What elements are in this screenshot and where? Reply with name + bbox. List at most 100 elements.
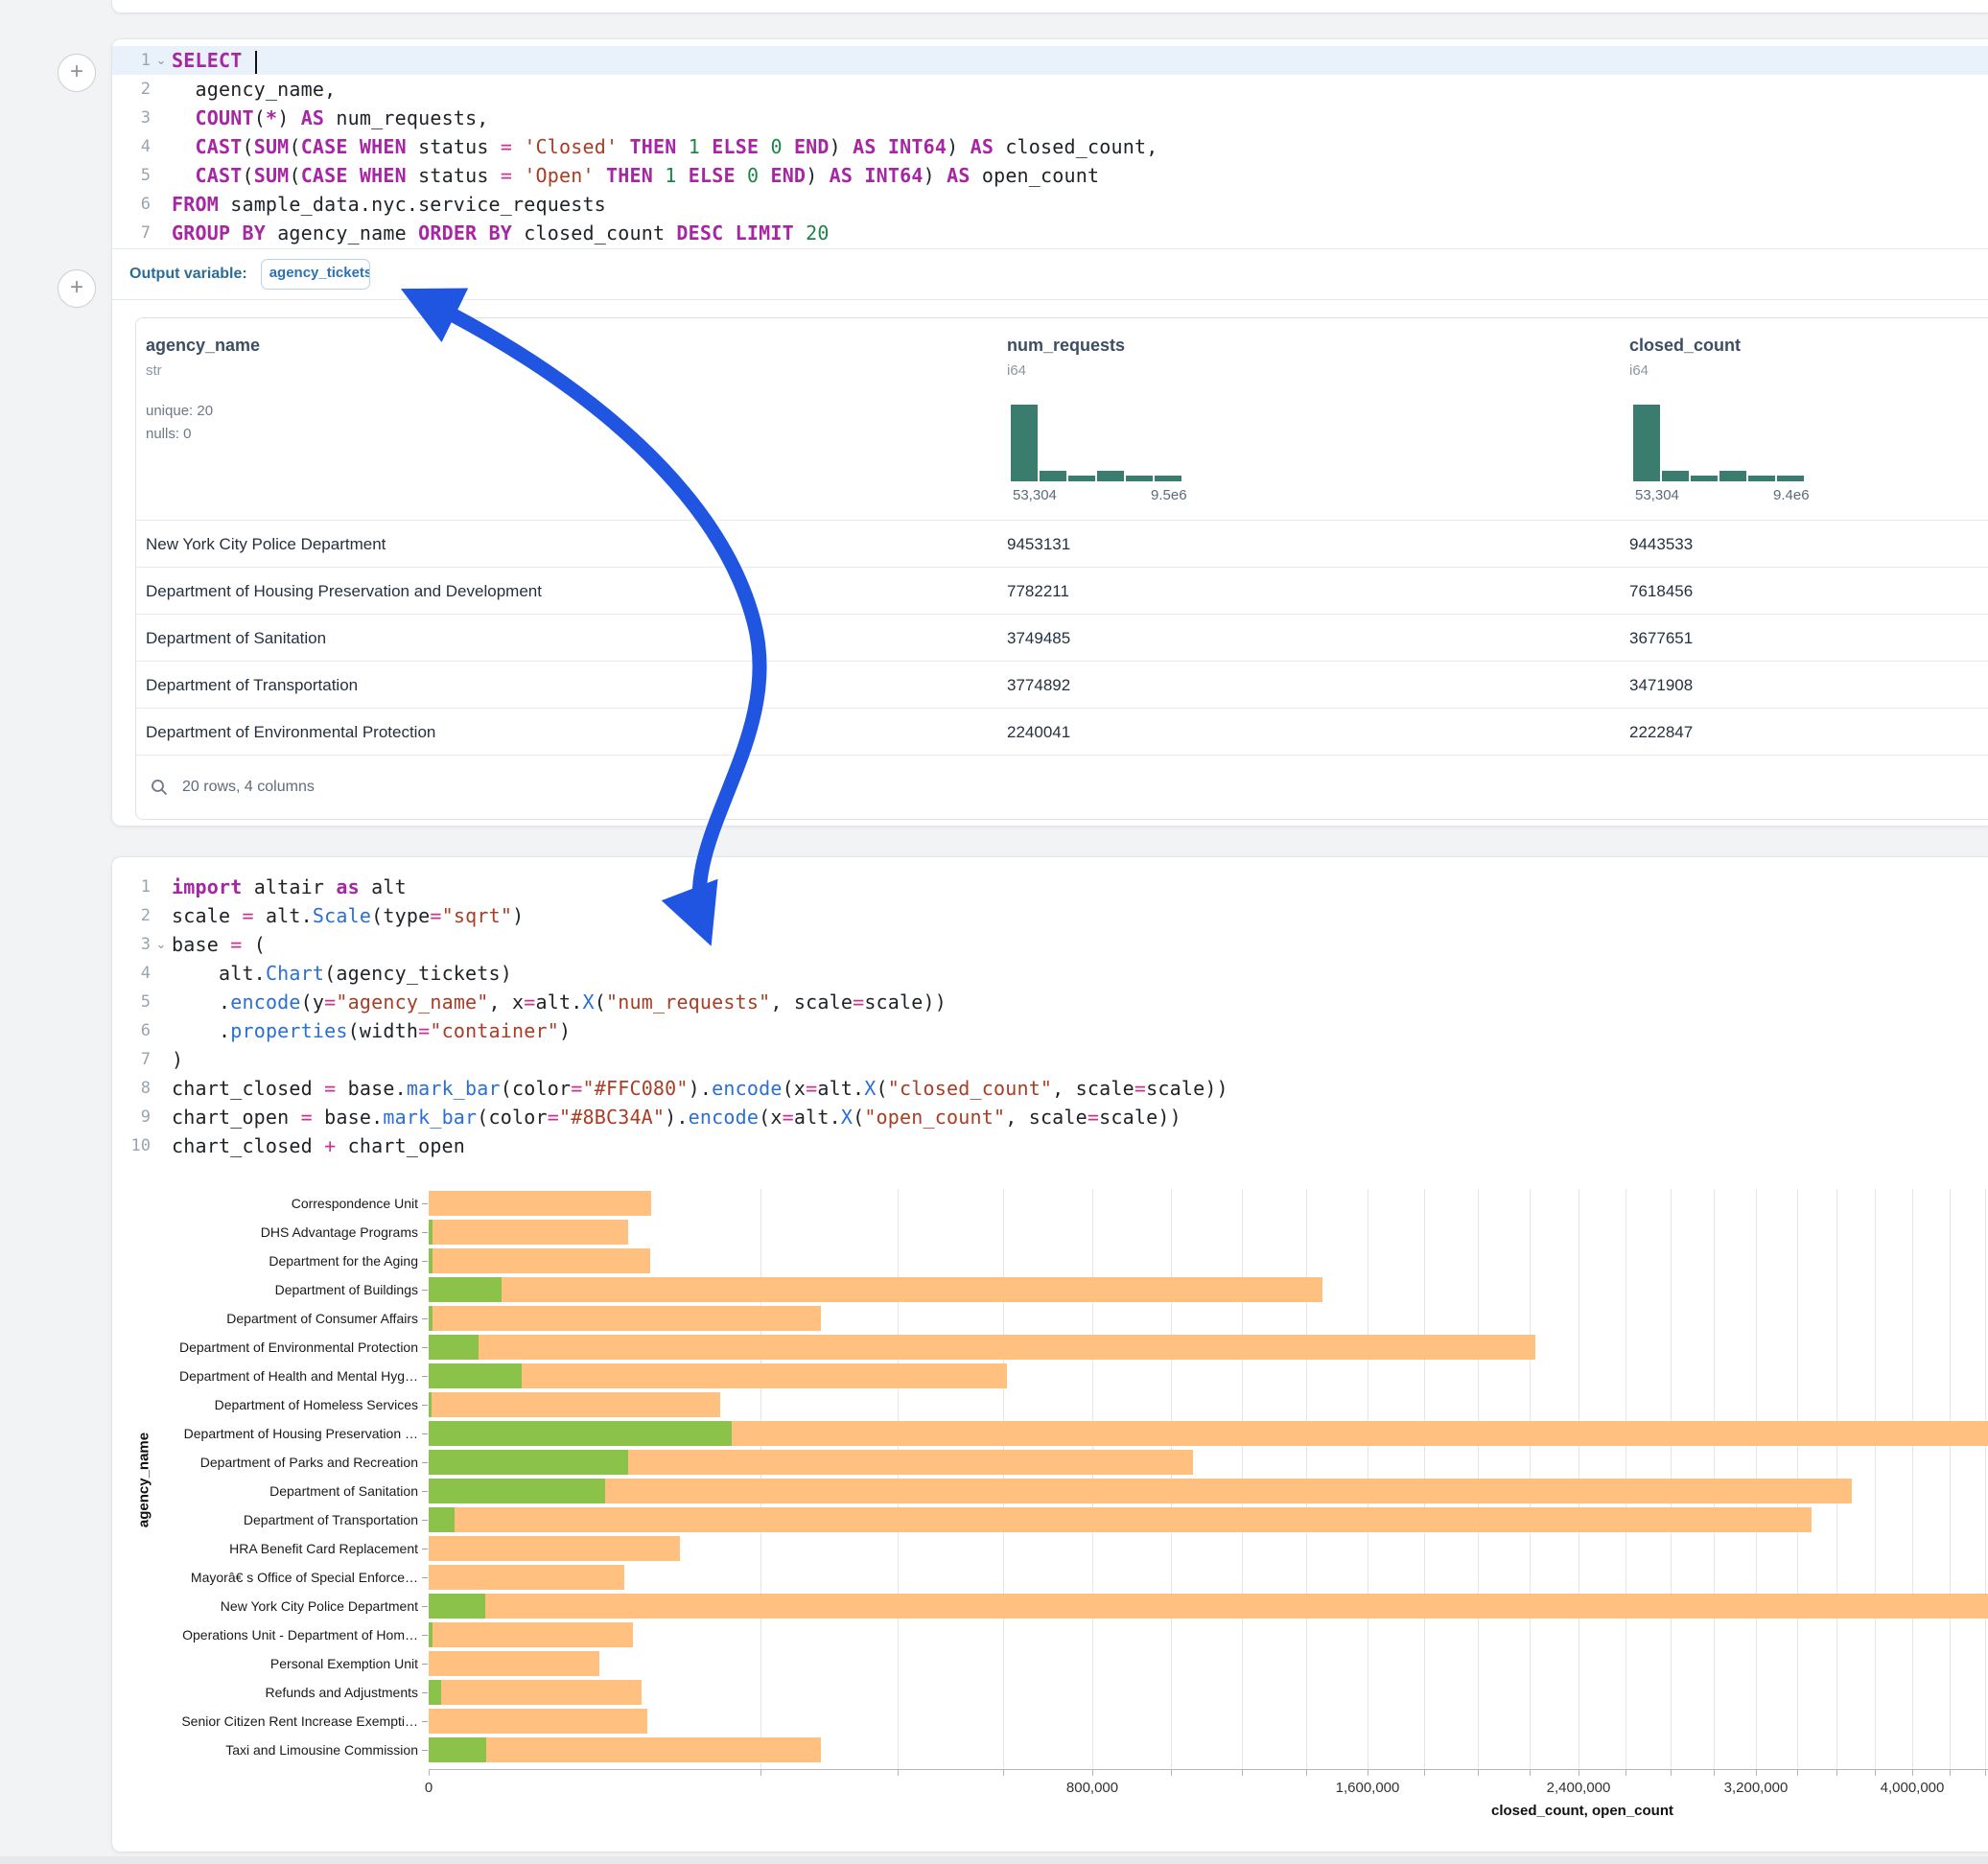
line-number: 6 xyxy=(112,1016,151,1045)
row-column-count: 20 rows, 4 columns xyxy=(182,779,315,796)
code-text: .encode(y="agency_name", x=alt.X("num_re… xyxy=(172,988,947,1016)
code-line[interactable]: 8chart_closed = base.mark_bar(color="#FF… xyxy=(112,1074,1988,1103)
text-cursor xyxy=(255,51,257,74)
column-header[interactable]: agency_name xyxy=(146,336,260,356)
column-header[interactable]: closed_count xyxy=(1629,336,1741,356)
code-line[interactable]: 3⌄base = ( xyxy=(112,930,1988,959)
code-line[interactable]: 5 .encode(y="agency_name", x=alt.X("num_… xyxy=(112,988,1988,1016)
x-axis-label: 2,400,000 xyxy=(1547,1780,1611,1796)
code-text: ) xyxy=(172,1045,183,1074)
code-line[interactable]: 3 COUNT(*) AS num_requests, xyxy=(112,104,1988,132)
column-header[interactable]: num_requests xyxy=(1007,336,1125,356)
axis-tick xyxy=(760,1770,761,1776)
y-axis-label: Operations Unit - Department of Hom… xyxy=(96,1628,418,1642)
line-number: 3 xyxy=(112,104,151,132)
add-cell-button[interactable]: + xyxy=(58,269,96,308)
code-line[interactable]: 6FROM sample_data.nyc.service_requests xyxy=(112,190,1988,219)
open-count-bar xyxy=(429,1737,486,1762)
code-text: GROUP BY agency_name ORDER BY closed_cou… xyxy=(172,219,830,247)
x-axis-label: 0 xyxy=(425,1780,433,1796)
table-cell: 7782211 xyxy=(1007,568,1069,615)
code-line[interactable]: 5 CAST(SUM(CASE WHEN status = 'Open' THE… xyxy=(112,161,1988,190)
y-axis-tick xyxy=(422,1577,428,1578)
y-axis-label: Refunds and Adjustments xyxy=(96,1686,418,1699)
code-line[interactable]: 2scale = alt.Scale(type="sqrt") xyxy=(112,901,1988,930)
sql-code-editor[interactable]: 1⌄SELECT 2 agency_name,3 COUNT(*) AS num… xyxy=(112,46,1988,247)
table-cell: Department of Environmental Protection xyxy=(146,709,435,756)
add-cell-button[interactable]: + xyxy=(58,54,96,92)
result-table-footer: 20 rows, 4 columns xyxy=(136,755,1988,819)
table-row[interactable]: Department of Transportation377489234719… xyxy=(136,661,1988,709)
y-axis-tick xyxy=(422,1433,428,1434)
open-count-bar xyxy=(429,1392,432,1417)
code-text: .properties(width="container") xyxy=(172,1016,571,1045)
column-type: str xyxy=(146,362,162,379)
horizontal-scrollbar[interactable] xyxy=(0,1856,1988,1864)
code-text: import altair as alt xyxy=(172,873,407,901)
code-line[interactable]: 4 alt.Chart(agency_tickets) xyxy=(112,959,1988,988)
closed-count-bar xyxy=(429,1306,821,1331)
code-line[interactable]: 1 import altair as alt xyxy=(112,873,1988,901)
y-axis-tick xyxy=(422,1203,428,1204)
code-line[interactable]: 2 agency_name, xyxy=(112,75,1988,104)
code-line[interactable]: 10chart_closed + chart_open xyxy=(112,1131,1988,1160)
x-axis-label: 3,200,000 xyxy=(1724,1780,1789,1796)
code-line[interactable]: 9chart_open = base.mark_bar(color="#8BC3… xyxy=(112,1103,1988,1131)
chart-x-axis-title: closed_count, open_count xyxy=(429,1803,1988,1819)
table-cell: Department of Housing Preservation and D… xyxy=(146,568,542,615)
axis-tick xyxy=(1092,1770,1093,1776)
code-line[interactable]: 6 .properties(width="container") xyxy=(112,1016,1988,1045)
table-row[interactable]: Department of Sanitation37494853677651 xyxy=(136,614,1988,662)
code-text: agency_name, xyxy=(172,75,336,104)
y-axis-tick xyxy=(422,1721,428,1722)
y-axis-label: Correspondence Unit xyxy=(96,1197,418,1210)
table-cell: Department of Transportation xyxy=(146,662,358,709)
closed-count-bar xyxy=(429,1277,1322,1302)
line-number: 1 xyxy=(112,873,151,901)
y-axis-label: Taxi and Limousine Commission xyxy=(96,1743,418,1757)
code-text: chart_closed + chart_open xyxy=(172,1131,465,1160)
table-row[interactable]: New York City Police Department945313194… xyxy=(136,520,1988,568)
table-cell: New York City Police Department xyxy=(146,521,386,568)
table-cell: 3471908 xyxy=(1629,662,1693,709)
code-line[interactable]: 1⌄SELECT xyxy=(112,46,1988,75)
code-line[interactable]: 4 CAST(SUM(CASE WHEN status = 'Closed' T… xyxy=(112,132,1988,161)
y-axis-tick xyxy=(422,1635,428,1636)
table-cell: 3749485 xyxy=(1007,615,1070,662)
code-line[interactable]: 7GROUP BY agency_name ORDER BY closed_co… xyxy=(112,219,1988,247)
open-count-bar xyxy=(429,1479,605,1503)
table-cell: 2222847 xyxy=(1629,709,1693,756)
code-text: chart_closed = base.mark_bar(color="#FFC… xyxy=(172,1074,1228,1103)
column-stat: unique: 20 xyxy=(146,403,213,419)
open-count-bar xyxy=(429,1277,502,1302)
y-axis-label: New York City Police Department xyxy=(96,1599,418,1613)
line-number: 5 xyxy=(112,161,151,190)
code-line[interactable]: 7) xyxy=(112,1045,1988,1074)
python-code-editor[interactable]: 1 import altair as alt2scale = alt.Scale(… xyxy=(112,873,1988,1160)
line-number: 4 xyxy=(112,959,151,988)
fold-caret-icon[interactable]: ⌄ xyxy=(151,930,172,959)
axis-tick xyxy=(1950,1770,1951,1776)
open-count-bar xyxy=(429,1507,455,1532)
open-count-bar xyxy=(429,1363,522,1388)
result-table: agency_namestrunique: 20nulls: 0num_requ… xyxy=(135,317,1988,820)
closed-count-bar xyxy=(429,1392,720,1417)
line-number: 3 xyxy=(112,930,151,959)
histogram-max-label: 9.4e6 xyxy=(1773,487,1810,503)
closed-count-bar xyxy=(429,1335,1535,1360)
output-variable-input[interactable]: agency_tickets xyxy=(261,259,370,290)
line-number: 1 xyxy=(112,46,151,75)
table-row[interactable]: Department of Environmental Protection 22… xyxy=(136,708,1988,756)
chart-y-axis-title: agency_name xyxy=(136,1413,152,1548)
closed-count-bar xyxy=(429,1220,628,1245)
closed-count-bar xyxy=(429,1536,680,1561)
table-row[interactable]: Department of Housing Preservation and D… xyxy=(136,567,1988,615)
line-number: 4 xyxy=(112,132,151,161)
y-axis-tick xyxy=(422,1664,428,1665)
table-cell: Department of Sanitation xyxy=(146,615,326,662)
search-icon[interactable] xyxy=(150,778,169,797)
line-number: 9 xyxy=(112,1103,151,1131)
code-text: COUNT(*) AS num_requests, xyxy=(172,104,489,132)
fold-caret-icon[interactable]: ⌄ xyxy=(151,46,172,75)
axis-tick xyxy=(1797,1770,1798,1776)
